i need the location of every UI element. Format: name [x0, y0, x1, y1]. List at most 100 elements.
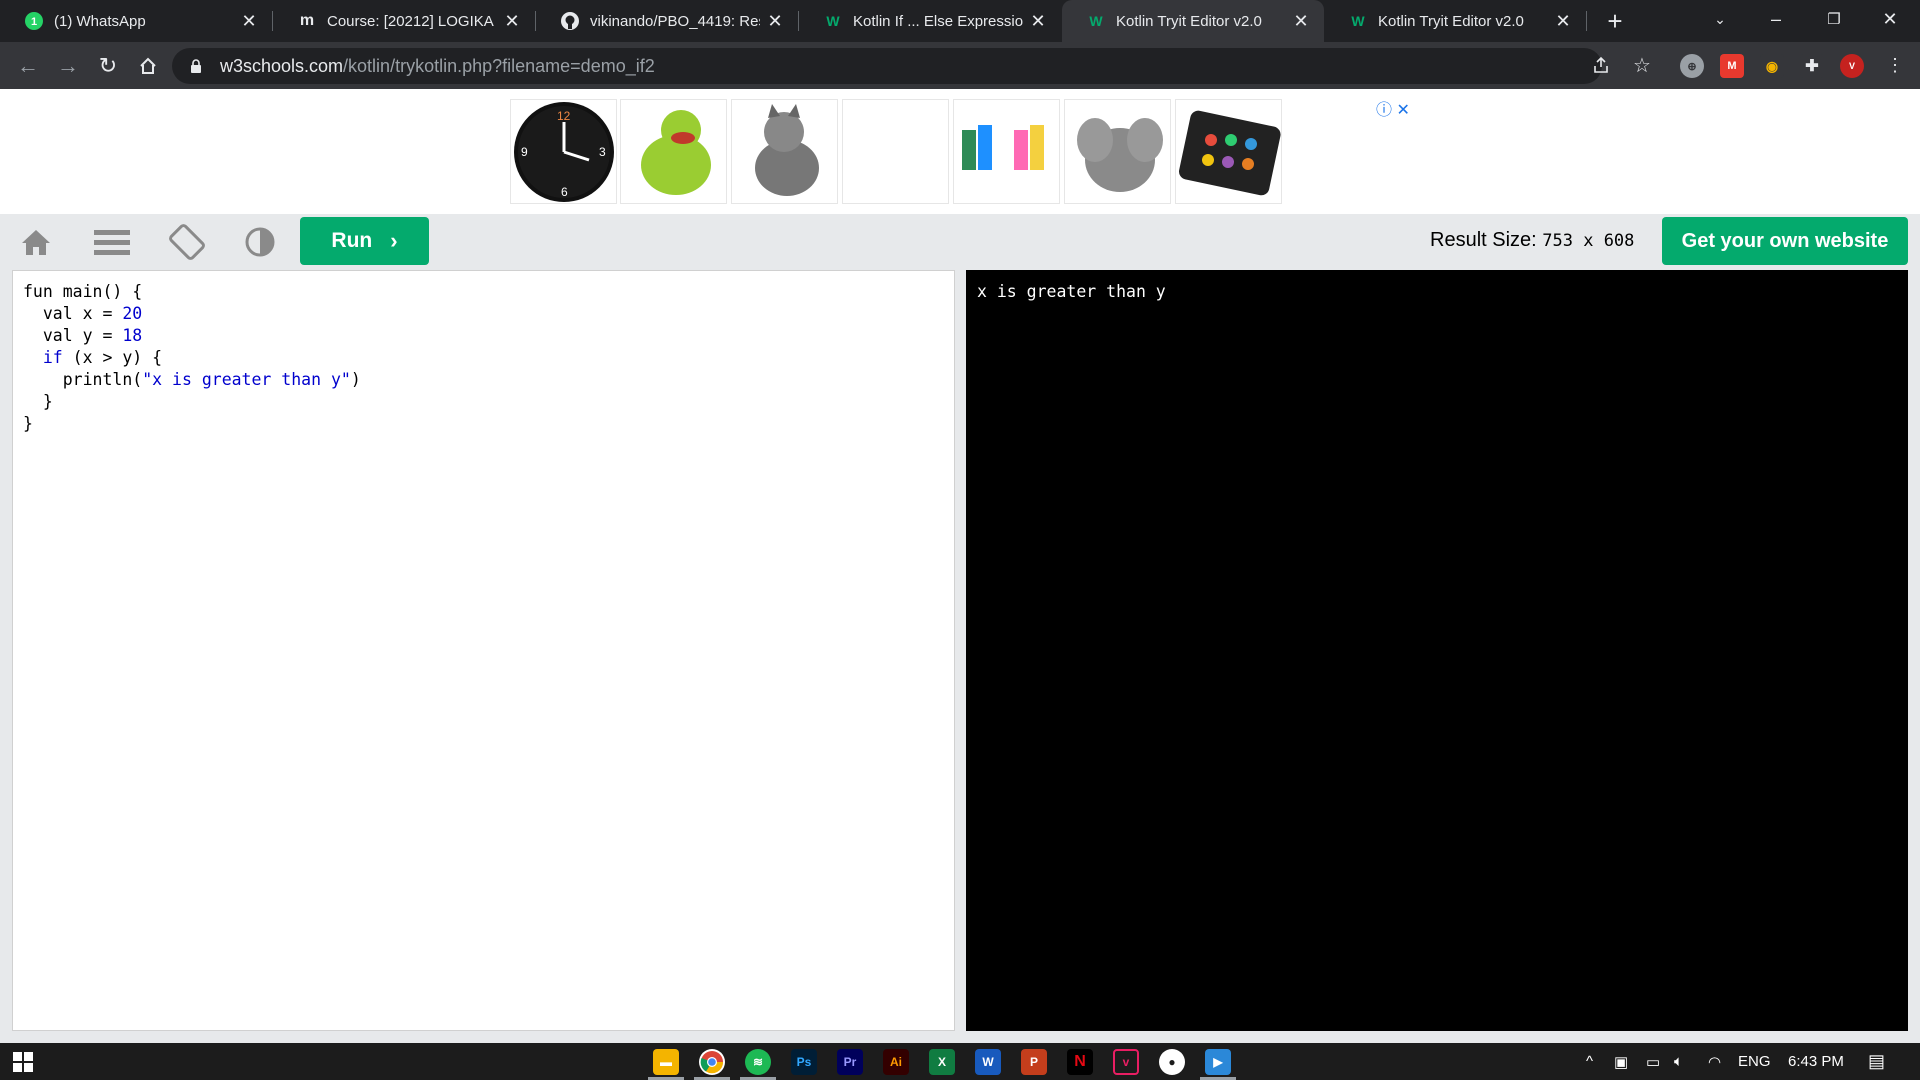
- word-icon[interactable]: W: [975, 1049, 1001, 1075]
- close-tab-icon[interactable]: ✕: [1029, 11, 1047, 31]
- code-line: }: [23, 414, 33, 433]
- ad-paint-palette-image[interactable]: [1175, 99, 1282, 204]
- code-line: println("x is greater than y"): [23, 369, 944, 391]
- code-line: fun main() {: [23, 282, 143, 301]
- close-window-icon[interactable]: ✕: [1862, 0, 1918, 38]
- chrome-icon[interactable]: [699, 1049, 725, 1075]
- ad-close-icon[interactable]: ⓘ ✕: [1376, 96, 1410, 120]
- result-size-label: Result Size:: [1430, 229, 1537, 251]
- minimize-icon[interactable]: –: [1748, 0, 1804, 38]
- network-display-icon[interactable]: ▣: [1614, 1043, 1628, 1080]
- ad-popsicle-mold-image[interactable]: [953, 99, 1060, 204]
- tab-search-icon[interactable]: ⌄: [1692, 0, 1748, 38]
- netflix-icon[interactable]: N: [1067, 1049, 1093, 1075]
- run-button[interactable]: Run ›: [300, 217, 429, 265]
- file-explorer-icon[interactable]: ▬: [653, 1049, 679, 1075]
- tab-title: vikinando/PBO_4419: Respo: [590, 12, 760, 30]
- code-text: (x > y) {: [62, 348, 163, 367]
- tab-tryit-editor-active[interactable]: W Kotlin Tryit Editor v2.0 ✕: [1062, 0, 1324, 42]
- svg-text:9: 9: [521, 145, 528, 159]
- address-bar[interactable]: w3schools.com/kotlin/trykotlin.php?filen…: [172, 48, 1602, 84]
- language-indicator[interactable]: ENG: [1738, 1043, 1771, 1080]
- ad-clock-image[interactable]: 12 9 3 6: [510, 99, 617, 204]
- illustrator-icon[interactable]: Ai: [883, 1049, 909, 1075]
- ad-blank-image[interactable]: [842, 99, 949, 204]
- notifications-icon[interactable]: ▤: [1868, 1043, 1885, 1080]
- bookmark-star-icon[interactable]: ☆: [1627, 50, 1657, 80]
- puzzle-extensions-icon[interactable]: ✚: [1800, 54, 1824, 78]
- ad-cat-toy-image[interactable]: [731, 99, 838, 204]
- theme-contrast-icon[interactable]: [238, 220, 282, 264]
- github-icon: [560, 11, 580, 31]
- browser-toolbar: ← → ↻ w3schools.com/kotlin/trykotlin.php…: [0, 42, 1920, 89]
- tab-github[interactable]: vikinando/PBO_4419: Respo ✕: [536, 0, 798, 42]
- page-content: 12 9 3 6 ⓘ ✕ Run › Result Size: 753 x 60…: [0, 89, 1920, 1043]
- forward-icon[interactable]: →: [52, 50, 84, 82]
- tab-title: Kotlin If ... Else Expressions: [853, 12, 1023, 30]
- vysor-icon[interactable]: v: [1113, 1049, 1139, 1075]
- back-icon[interactable]: ←: [12, 50, 44, 82]
- tab-title: Kotlin Tryit Editor v2.0: [1378, 12, 1524, 30]
- ad-banner: 12 9 3 6 ⓘ ✕: [0, 89, 1920, 214]
- premiere-icon[interactable]: Pr: [837, 1049, 863, 1075]
- media-player-icon[interactable]: ▶: [1205, 1049, 1231, 1075]
- chevron-right-icon: ›: [390, 228, 398, 253]
- rotate-orientation-icon[interactable]: [165, 220, 209, 264]
- powerpoint-icon[interactable]: P: [1021, 1049, 1047, 1075]
- code-line: if (x > y) {: [23, 347, 944, 369]
- svg-text:1: 1: [31, 16, 37, 28]
- globe-extension-icon[interactable]: ⊕: [1680, 54, 1704, 78]
- ad-dinosaur-toy-image[interactable]: [620, 99, 727, 204]
- reload-icon[interactable]: ↻: [92, 50, 124, 82]
- tab-kotlin-if-else[interactable]: W Kotlin If ... Else Expressions ✕: [799, 0, 1061, 42]
- volume-icon[interactable]: 🔈︎: [1674, 1043, 1683, 1080]
- result-output-pane: x is greater than y: [966, 270, 1908, 1031]
- tab-tryit-editor[interactable]: W Kotlin Tryit Editor v2.0 ✕: [1324, 0, 1586, 42]
- close-tab-icon[interactable]: ✕: [240, 11, 258, 31]
- close-tab-icon[interactable]: ✕: [1292, 11, 1310, 31]
- get-your-own-website-button[interactable]: Get your own website: [1662, 217, 1908, 265]
- excel-icon[interactable]: X: [929, 1049, 955, 1075]
- photoshop-icon[interactable]: Ps: [791, 1049, 817, 1075]
- tab-course[interactable]: m Course: [20212] LOGIKA INF ✕: [273, 0, 535, 42]
- new-tab-button[interactable]: +: [1600, 6, 1630, 36]
- code-line: val x = 20: [23, 303, 944, 325]
- svg-text:6: 6: [561, 185, 568, 199]
- code-string: "x is greater than y": [142, 370, 351, 389]
- show-hidden-icons-icon[interactable]: ^: [1586, 1043, 1593, 1080]
- url-path: /kotlin/trykotlin.php?filename=demo_if2: [343, 55, 655, 76]
- code-text: val y =: [23, 326, 123, 345]
- tab-title: (1) WhatsApp: [54, 12, 146, 30]
- mendeley-extension-icon[interactable]: M: [1720, 54, 1744, 78]
- code-editor[interactable]: fun main() { val x = 20 val y = 18 if (x…: [12, 270, 955, 1031]
- app-circle-icon[interactable]: ●: [1159, 1049, 1185, 1075]
- spotify-icon[interactable]: ≋: [745, 1049, 771, 1075]
- result-size: Result Size: 753 x 608: [1430, 229, 1634, 252]
- code-text: val x =: [23, 304, 123, 323]
- code-number: 18: [122, 326, 143, 345]
- home-icon[interactable]: [14, 220, 58, 264]
- code-line: }: [23, 392, 53, 411]
- url-host: w3schools.com: [220, 55, 344, 76]
- tab-whatsapp[interactable]: 1 (1) WhatsApp ✕: [0, 0, 272, 42]
- profile-avatar[interactable]: V: [1840, 54, 1864, 78]
- ad-elephant-toy-image[interactable]: [1064, 99, 1171, 204]
- restore-icon[interactable]: ❐: [1806, 0, 1862, 38]
- share-icon[interactable]: [1586, 50, 1616, 80]
- w3schools-icon: W: [1351, 13, 1365, 29]
- close-tab-icon[interactable]: ✕: [503, 11, 521, 31]
- clock[interactable]: 6:43 PM: [1788, 1043, 1844, 1080]
- tab-title: Kotlin Tryit Editor v2.0: [1116, 12, 1262, 30]
- wifi-icon[interactable]: ◠: [1708, 1043, 1721, 1080]
- windows-start-icon[interactable]: [10, 1049, 36, 1075]
- colorful-extension-icon[interactable]: ◉: [1760, 54, 1784, 78]
- code-number: 20: [122, 304, 143, 323]
- menu-icon[interactable]: [90, 220, 134, 264]
- home-icon[interactable]: [132, 50, 164, 82]
- battery-icon[interactable]: ▭: [1646, 1043, 1660, 1080]
- close-tab-icon[interactable]: ✕: [766, 11, 784, 31]
- run-button-label: Run: [331, 229, 373, 252]
- menu-kebab-icon[interactable]: ⋮: [1880, 50, 1910, 80]
- close-tab-icon[interactable]: ✕: [1554, 11, 1572, 31]
